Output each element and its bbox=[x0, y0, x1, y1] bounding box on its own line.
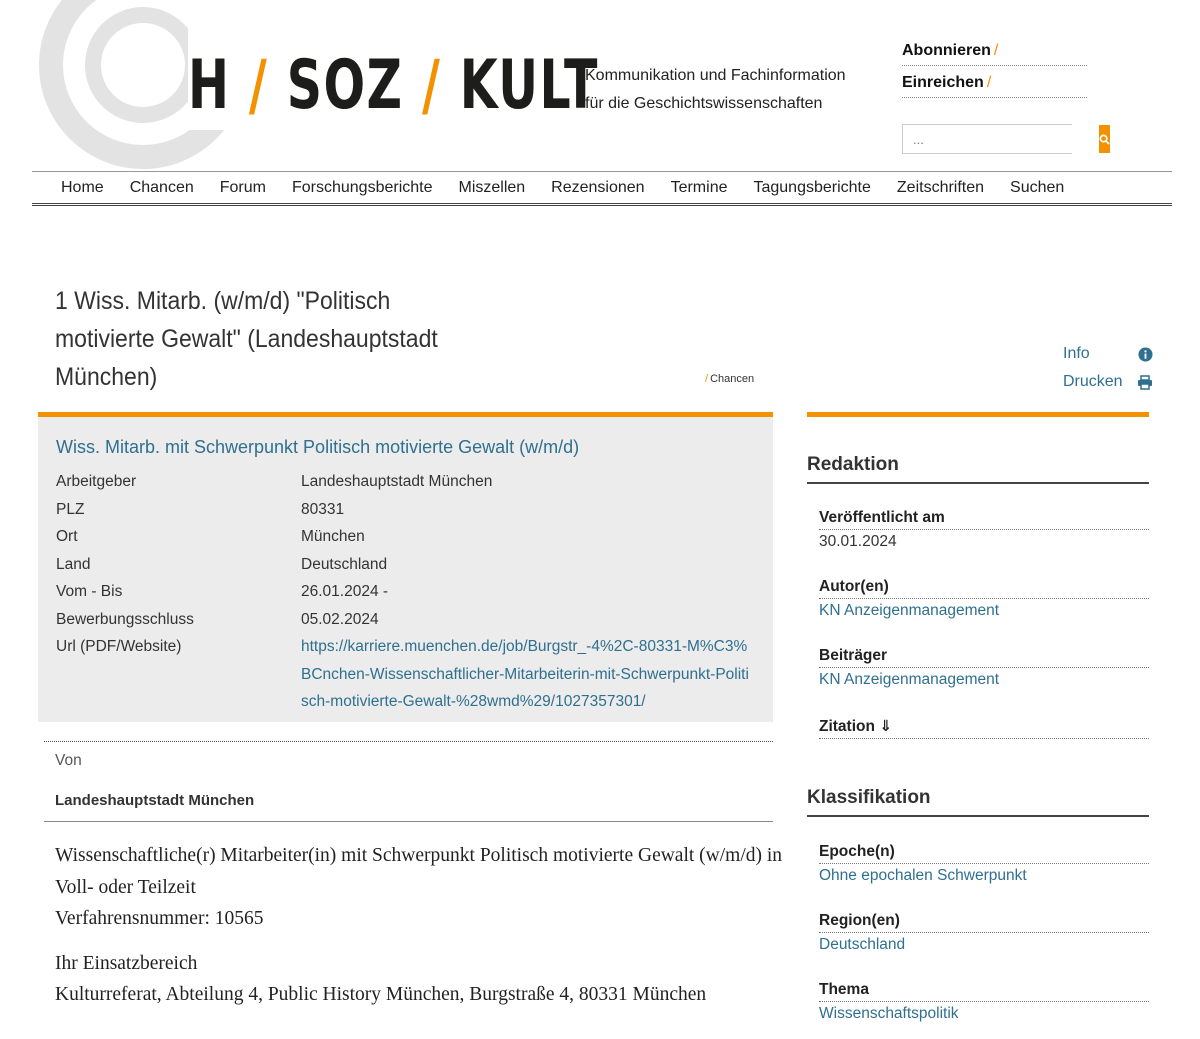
print-button[interactable]: Drucken bbox=[1063, 368, 1153, 396]
redaktion-heading: Redaktion bbox=[807, 454, 1149, 484]
nav-forum[interactable]: Forum bbox=[220, 179, 266, 197]
page-tools: Info Drucken bbox=[1063, 340, 1153, 396]
nav-tagungsberichte[interactable]: Tagungsberichte bbox=[753, 179, 870, 197]
detail-row-dates: Vom - Bis 26.01.2024 - bbox=[56, 583, 389, 600]
nav-chancen[interactable]: Chancen bbox=[130, 179, 194, 197]
job-details-box: Wiss. Mitarb. mit Schwerpunkt Politisch … bbox=[38, 412, 773, 722]
contributor-link[interactable]: KN Anzeigenmanagement bbox=[819, 671, 1149, 689]
job-title: Wiss. Mitarb. mit Schwerpunkt Politisch … bbox=[56, 437, 580, 457]
logo-soz: SOZ bbox=[286, 46, 404, 125]
info-icon bbox=[1138, 346, 1153, 362]
contributor-field: Beiträger KN Anzeigenmanagement bbox=[819, 647, 1149, 689]
site-logo[interactable]: H / SOZ / KULT bbox=[188, 46, 599, 125]
published-field: Veröffentlicht am 30.01.2024 bbox=[819, 509, 1149, 551]
nav-home[interactable]: Home bbox=[61, 179, 104, 197]
detail-row-plz: PLZ 80331 bbox=[56, 500, 345, 518]
search-form bbox=[902, 124, 1110, 154]
detail-row-ort: Ort München bbox=[56, 528, 365, 545]
von-name: Landeshauptstadt München bbox=[55, 792, 255, 809]
nav-rezensionen[interactable]: Rezensionen bbox=[551, 179, 644, 197]
detail-row-land: Land Deutschland bbox=[56, 555, 388, 573]
nav-miszellen[interactable]: Miszellen bbox=[458, 179, 525, 197]
main-nav: Home Chancen Forum Forschungsberichte Mi… bbox=[32, 171, 1172, 206]
divider bbox=[44, 821, 773, 822]
klassifikation-heading: Klassifikation bbox=[807, 787, 1149, 817]
thema-link[interactable]: Wissenschaftspolitik bbox=[819, 1005, 1149, 1023]
print-icon bbox=[1138, 374, 1152, 390]
tagline-line-2: für die Geschichtswissenschaften bbox=[585, 95, 823, 112]
page-title: 1 Wiss. Mitarb. (w/m/d) "Politisch motiv… bbox=[55, 287, 438, 391]
nav-suchen[interactable]: Suchen bbox=[1010, 179, 1064, 197]
description-paragraph-1: Wissenschaftliche(r) Mitarbeiter(in) mit… bbox=[55, 845, 783, 929]
top-links: Abonnieren / Einreichen / bbox=[902, 40, 1087, 104]
search-input[interactable] bbox=[903, 125, 1099, 153]
job-url-link[interactable]: https://karriere.muenchen.de/job/Burgstr… bbox=[301, 638, 749, 710]
search-button[interactable] bbox=[1099, 125, 1110, 153]
submit-link[interactable]: Einreichen / bbox=[902, 72, 1087, 98]
region-link[interactable]: Deutschland bbox=[819, 936, 1149, 954]
nav-termine[interactable]: Termine bbox=[671, 179, 728, 197]
citation-toggle[interactable]: Zitation ⇓ bbox=[819, 717, 1149, 739]
description-paragraph-2: Ihr Einsatzbereich Kulturreferat, Abteil… bbox=[55, 952, 707, 1006]
nav-forschungsberichte[interactable]: Forschungsberichte bbox=[292, 179, 433, 197]
site-tagline: Kommunikation und Fachinformation für di… bbox=[585, 62, 846, 118]
logo-kult: KULT bbox=[459, 46, 599, 125]
breadcrumb[interactable]: / Chancen bbox=[705, 373, 754, 385]
search-icon bbox=[1099, 134, 1110, 145]
job-description: Wissenschaftliche(r) Mitarbeiter(in) mit… bbox=[55, 840, 785, 1024]
info-button[interactable]: Info bbox=[1063, 340, 1153, 368]
epoche-field: Epoche(n) Ohne epochalen Schwerpunkt bbox=[819, 843, 1149, 885]
author-field: Autor(en) KN Anzeigenmanagement bbox=[819, 578, 1149, 620]
nav-zeitschriften[interactable]: Zeitschriften bbox=[897, 179, 984, 197]
logo-h: H bbox=[188, 46, 231, 125]
divider bbox=[44, 741, 773, 742]
region-field: Region(en) Deutschland bbox=[819, 912, 1149, 954]
epoche-link[interactable]: Ohne epochalen Schwerpunkt bbox=[819, 867, 1149, 885]
thema-field: Thema Wissenschaftspolitik bbox=[819, 981, 1149, 1023]
detail-row-employer: Arbeitgeber Landeshauptstadt München bbox=[56, 473, 493, 490]
detail-row-url: Url (PDF/Website) https://karriere.muench… bbox=[56, 638, 749, 710]
logo-slash-2: / bbox=[421, 46, 442, 125]
sidebar-accent-bar bbox=[807, 412, 1149, 417]
detail-row-deadline: Bewerbungsschluss 05.02.2024 bbox=[56, 610, 379, 628]
subscribe-link[interactable]: Abonnieren / bbox=[902, 40, 1087, 66]
tagline-line-1: Kommunikation und Fachinformation bbox=[585, 67, 846, 84]
logo-slash-1: / bbox=[248, 46, 269, 125]
author-link[interactable]: KN Anzeigenmanagement bbox=[819, 602, 1149, 620]
von-label: Von bbox=[55, 752, 82, 769]
